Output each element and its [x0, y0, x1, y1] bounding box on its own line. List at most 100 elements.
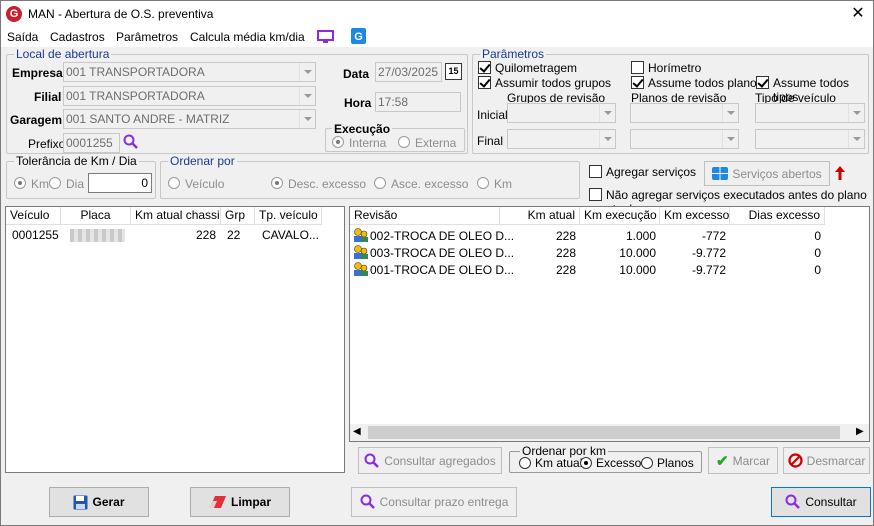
- tolerancia-title: Tolerância de Km / Dia: [14, 154, 139, 168]
- table-row[interactable]: 001-TROCA DE OLEO D... 228 10.000 -9.772…: [350, 261, 830, 278]
- col-dias-excesso[interactable]: Dias excesso: [730, 207, 825, 225]
- gerar-button[interactable]: Gerar: [49, 487, 149, 517]
- monitor-icon[interactable]: [317, 30, 334, 44]
- chevron-down-icon: [848, 130, 864, 148]
- hora-label: Hora: [344, 96, 372, 110]
- filial-combo[interactable]: 001 TRANSPORTADORA: [63, 86, 316, 106]
- col-grp[interactable]: Grp: [221, 207, 255, 225]
- col-veiculo[interactable]: Veículo: [6, 207, 61, 225]
- servicos-abertos-button[interactable]: Serviços abertos: [704, 161, 830, 186]
- ordenar-asce-radio[interactable]: [374, 177, 386, 189]
- globus-app-icon[interactable]: G: [351, 28, 366, 44]
- ordenar-desc-radio[interactable]: [271, 177, 283, 189]
- cell-km: 228: [195, 228, 216, 242]
- col-km-execucao[interactable]: Km execução: [580, 207, 660, 225]
- prefixo-label: Prefixo: [28, 137, 66, 151]
- grupo-final-combo[interactable]: [507, 129, 616, 149]
- col-km-atual[interactable]: Km atual: [500, 207, 580, 225]
- ordenar-km-label: Km: [494, 177, 512, 191]
- col-km-atual-chassi[interactable]: Km atual chassi: [131, 207, 221, 225]
- horizontal-scrollbar[interactable]: ◀ ▶: [350, 424, 869, 441]
- col-revisao[interactable]: Revisão: [350, 207, 500, 225]
- chevron-down-icon: [722, 130, 738, 148]
- execucao-externa-radio[interactable]: [398, 136, 410, 148]
- limpar-button[interactable]: Limpar: [190, 487, 290, 517]
- veiculos-grid[interactable]: Veículo Placa Km atual chassi Grp Tp. ve…: [5, 206, 345, 473]
- assumir-grupos-checkbox[interactable]: [478, 76, 491, 89]
- close-icon[interactable]: ✕: [847, 3, 869, 25]
- quilometragem-label: Quilometragem: [495, 61, 578, 75]
- tipo-inicial-combo[interactable]: [755, 103, 865, 123]
- people-icon: [354, 262, 368, 276]
- search-icon[interactable]: [123, 134, 139, 150]
- marcar-button[interactable]: ✔ Marcar: [708, 447, 778, 474]
- ordenar-km-excesso-label: Excesso: [596, 456, 642, 470]
- ordenar-km-radio[interactable]: [477, 177, 489, 189]
- consultar-button[interactable]: Consultar: [771, 487, 871, 517]
- ordenar-asce-label: Asce. excesso: [391, 177, 469, 191]
- menu-calcula-media[interactable]: Calcula média km/dia: [190, 30, 305, 44]
- filial-value: 001 TRANSPORTADORA: [66, 89, 205, 103]
- assume-planos-checkbox[interactable]: [631, 76, 644, 89]
- nao-agregar-checkbox[interactable]: [589, 188, 602, 201]
- tolerancia-dia-radio[interactable]: [49, 177, 61, 189]
- prefixo-input[interactable]: 0001255: [63, 133, 120, 153]
- calendar-icon[interactable]: 15: [445, 63, 462, 80]
- garagem-combo[interactable]: 001 SANTO ANDRE - MATRIZ: [63, 109, 316, 129]
- table-row[interactable]: 002-TROCA DE OLEO D... 228 1.000 -772 0: [350, 227, 830, 244]
- consultar-agregados-button[interactable]: Consultar agregados: [358, 447, 502, 474]
- horimetro-label: Horímetro: [648, 61, 702, 75]
- quilometragem-checkbox[interactable]: [478, 61, 491, 74]
- tolerancia-km-radio[interactable]: [14, 177, 26, 189]
- agregar-checkbox[interactable]: [589, 165, 602, 178]
- horimetro-checkbox[interactable]: [631, 61, 644, 74]
- chevron-down-icon: [599, 104, 615, 122]
- gerar-label: Gerar: [92, 495, 125, 509]
- desmarcar-label: Desmarcar: [806, 453, 866, 468]
- execucao-interna-radio[interactable]: [332, 136, 344, 148]
- consultar-label: Consultar: [805, 495, 857, 509]
- scroll-thumb[interactable]: [368, 426, 840, 439]
- menu-cadastros[interactable]: Cadastros: [50, 30, 105, 44]
- ordenar-km-atual-radio[interactable]: [519, 457, 531, 469]
- table-row[interactable]: 0001255 228 22 CAVALO...: [6, 226, 322, 244]
- tolerancia-input[interactable]: 0: [88, 173, 152, 193]
- tipo-final-combo[interactable]: [755, 129, 865, 149]
- ordenar-km-planos-radio[interactable]: [641, 457, 653, 469]
- chevron-down-icon: [848, 104, 864, 122]
- cell-km-excesso: -9.772: [691, 246, 726, 260]
- empresa-combo[interactable]: 001 TRANSPORTADORA: [63, 62, 316, 82]
- people-icon: [354, 245, 368, 259]
- plano-inicial-combo[interactable]: [630, 103, 739, 123]
- window-title: MAN - Abertura de O.S. preventiva: [28, 7, 214, 21]
- table-row[interactable]: 003-TROCA DE OLEO D... 228 10.000 -9.772…: [350, 244, 830, 261]
- cell-dias-excesso: 0: [814, 229, 821, 243]
- col-placa[interactable]: Placa: [61, 207, 131, 225]
- data-input[interactable]: 27/03/2025: [375, 62, 442, 82]
- desmarcar-button[interactable]: Desmarcar: [783, 447, 870, 474]
- search-icon: [364, 453, 380, 468]
- grupo-inicial-combo[interactable]: [507, 103, 616, 123]
- cell-km-execucao: 1.000: [625, 229, 656, 243]
- cell-revisao: 002-TROCA DE OLEO D...: [370, 229, 515, 243]
- cell-dias-excesso: 0: [814, 263, 821, 277]
- scroll-right-icon[interactable]: ▶: [856, 426, 864, 437]
- revisoes-grid[interactable]: Revisão Km atual Km execução Km excesso …: [349, 206, 870, 442]
- consultar-prazo-button[interactable]: Consultar prazo entrega: [351, 487, 517, 517]
- menu-saida[interactable]: Saída: [7, 30, 38, 44]
- tolerancia-dia-label: Dia: [66, 177, 85, 191]
- cell-dias-excesso: 0: [814, 246, 821, 260]
- col-km-excesso[interactable]: Km excesso: [660, 207, 730, 225]
- hora-input[interactable]: 17:58: [375, 92, 461, 112]
- scroll-left-icon[interactable]: ◀: [353, 426, 361, 437]
- limpar-label: Limpar: [230, 495, 271, 509]
- menu-parametros[interactable]: Parâmetros: [116, 30, 178, 44]
- assume-tipos-checkbox[interactable]: [756, 76, 769, 89]
- arrow-up-icon: [835, 166, 845, 180]
- plano-final-combo[interactable]: [630, 129, 739, 149]
- cell-km-execucao: 10.000: [619, 246, 656, 260]
- chevron-down-icon: [722, 104, 738, 122]
- ordenar-km-excesso-radio[interactable]: [580, 457, 592, 469]
- ordenar-veiculo-radio[interactable]: [168, 177, 180, 189]
- col-tp-veiculo[interactable]: Tp. veículo: [255, 207, 322, 225]
